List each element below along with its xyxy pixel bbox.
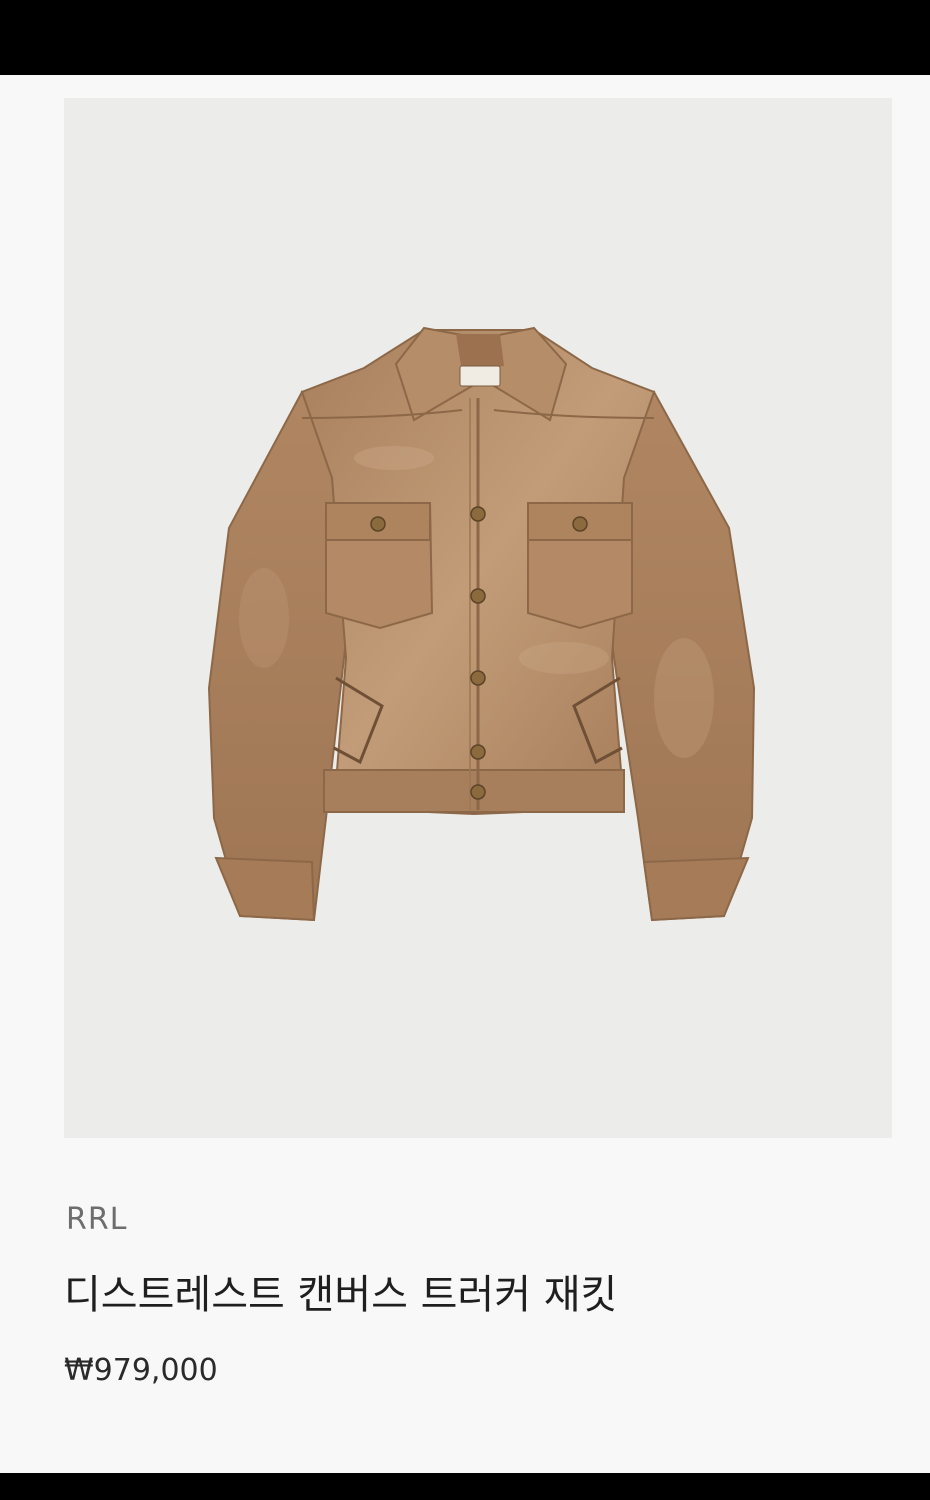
screen: RRL 디스트레스트 캔버스 트러커 재킷 ₩979,000: [0, 0, 930, 1500]
jacket-photo: [207, 326, 756, 922]
product-image[interactable]: [64, 98, 892, 1138]
brand-name[interactable]: RRL: [66, 1202, 127, 1237]
product-title[interactable]: 디스트레스트 캔버스 트러커 재킷: [64, 1262, 617, 1320]
product-price: ₩979,000: [64, 1353, 218, 1388]
product-card[interactable]: RRL 디스트레스트 캔버스 트러커 재킷 ₩979,000: [0, 75, 930, 1473]
